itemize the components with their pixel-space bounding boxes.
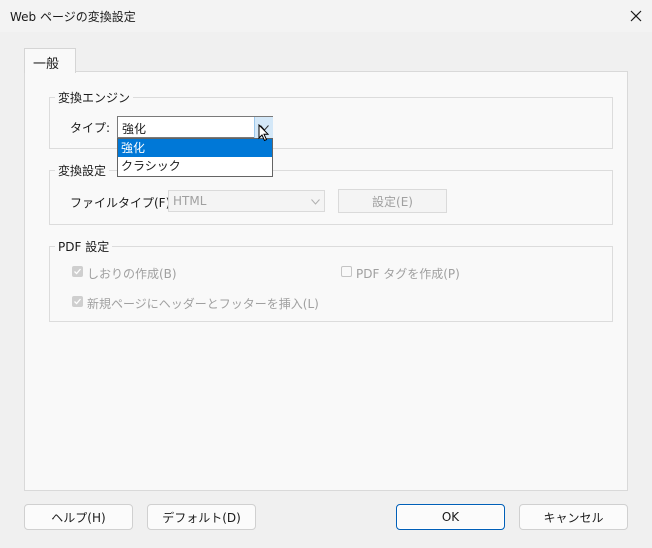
insert-header-footer-label: 新規ページにヘッダーとフッターを挿入(L) bbox=[87, 297, 319, 311]
type-dropdown-list: 強化 クラシック bbox=[117, 138, 273, 177]
title-bar: Web ページの変換設定 bbox=[0, 0, 652, 32]
tab-general[interactable]: 一般 bbox=[24, 48, 76, 73]
settings-button-label: 設定(E) bbox=[372, 194, 413, 209]
pdf-settings-legend: PDF 設定 bbox=[55, 238, 113, 255]
chevron-down-icon bbox=[311, 199, 320, 205]
create-pdf-tags-checkbox[interactable] bbox=[341, 266, 352, 277]
dropdown-option-enhanced[interactable]: 強化 bbox=[118, 139, 272, 157]
file-type-label: ファイルタイプ(F): bbox=[70, 196, 175, 210]
checkmark-icon bbox=[74, 268, 81, 275]
cancel-button[interactable]: キャンセル bbox=[519, 504, 628, 530]
checkmark-icon bbox=[74, 298, 81, 305]
help-button[interactable]: ヘルプ(H) bbox=[24, 504, 133, 530]
help-button-label: ヘルプ(H) bbox=[51, 510, 106, 525]
create-bookmarks-label: しおりの作成(B) bbox=[87, 267, 177, 281]
default-button-label: デフォルト(D) bbox=[162, 510, 241, 525]
close-button[interactable] bbox=[622, 4, 650, 28]
ok-button-label: OK bbox=[441, 510, 460, 524]
type-label: タイプ: bbox=[70, 121, 111, 135]
cancel-button-label: キャンセル bbox=[543, 510, 604, 525]
file-type-value: HTML bbox=[173, 194, 207, 208]
conversion-settings-legend: 変換設定 bbox=[55, 162, 110, 179]
type-combobox-value: 強化 bbox=[122, 122, 147, 136]
settings-button[interactable]: 設定(E) bbox=[338, 189, 447, 213]
create-bookmarks-checkbox[interactable] bbox=[72, 266, 83, 277]
default-button[interactable]: デフォルト(D) bbox=[147, 504, 256, 530]
close-icon bbox=[630, 10, 642, 22]
file-type-combobox[interactable]: HTML bbox=[168, 190, 325, 212]
type-combobox[interactable]: 強化 bbox=[117, 116, 273, 138]
mouse-cursor-icon bbox=[258, 124, 270, 142]
insert-header-footer-checkbox[interactable] bbox=[72, 296, 83, 307]
ok-button[interactable]: OK bbox=[396, 504, 505, 530]
dropdown-option-classic[interactable]: クラシック bbox=[118, 157, 272, 175]
tab-general-label: 一般 bbox=[33, 57, 60, 72]
conversion-engine-legend: 変換エンジン bbox=[55, 89, 134, 106]
create-pdf-tags-label: PDF タグを作成(P) bbox=[356, 267, 460, 281]
window-title: Web ページの変換設定 bbox=[10, 10, 136, 24]
